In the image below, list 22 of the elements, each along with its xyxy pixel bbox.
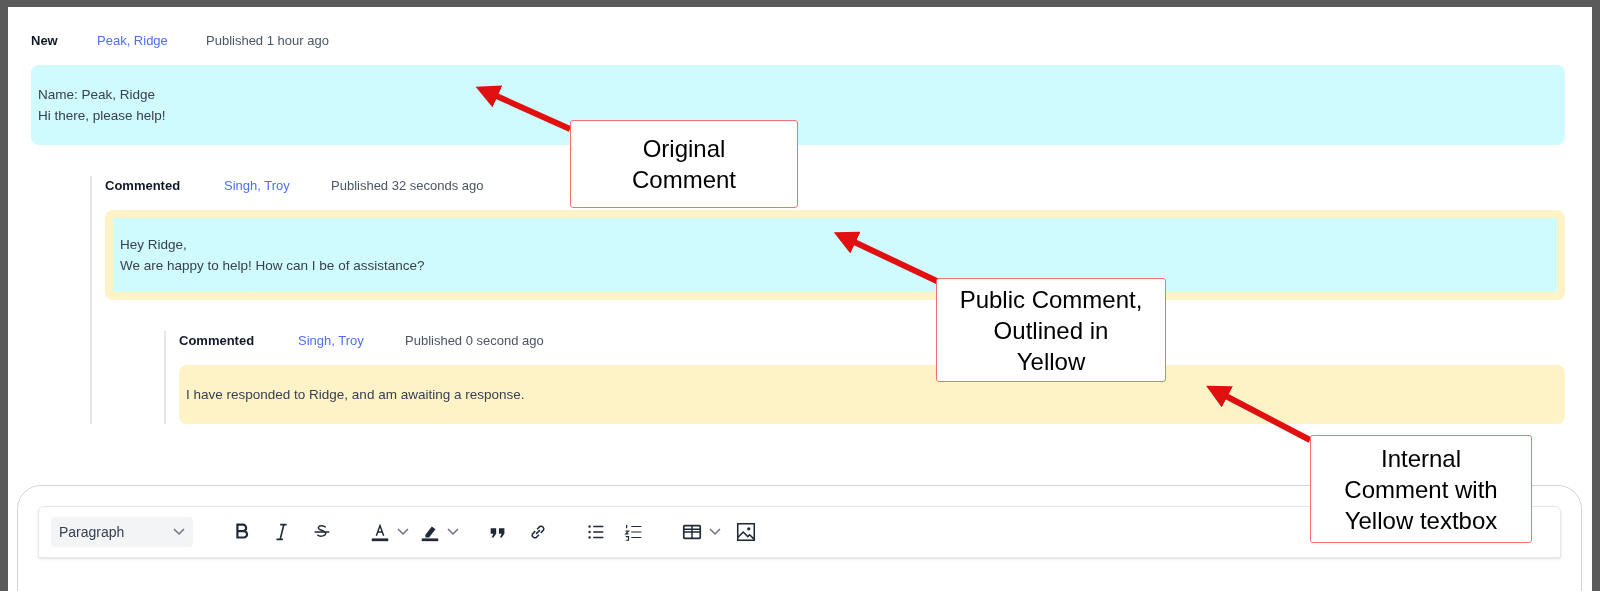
chevron-icon (173, 528, 185, 536)
comment-status: Commented (179, 332, 256, 351)
comment-text: Hey Ridge, We are happy to help! How can I be of assistance? (120, 236, 425, 275)
callout-label: Original Comment (570, 120, 798, 208)
comment-text: Name: Peak, Ridge Hi there, please help! (38, 86, 166, 125)
author-link[interactable]: Peak, Ridge (97, 31, 206, 51)
chevron-icon (447, 528, 459, 536)
author-link[interactable]: Singh, Troy (298, 331, 405, 351)
published-time: Published 32 seconds ago (331, 177, 484, 196)
format-dropdown[interactable]: Paragraph (51, 517, 193, 547)
callout-label: Internal Comment with Yellow textbox (1310, 435, 1532, 543)
published-time: Published 1 hour ago (206, 32, 329, 51)
image-icon (735, 521, 757, 543)
image-button[interactable] (735, 521, 757, 543)
comment-status: Commented (105, 177, 182, 196)
comment-status: New (31, 32, 59, 51)
comment-text: I have responded to Ridge, and am awaiting a response. (186, 386, 525, 404)
published-time: Published 0 second ago (405, 332, 544, 351)
chevron-icon (709, 528, 721, 536)
chevron-icon (397, 528, 409, 536)
author-link[interactable]: Singh, Troy (224, 176, 331, 196)
callout-label: Public Comment, Outlined in Yellow (936, 278, 1166, 382)
